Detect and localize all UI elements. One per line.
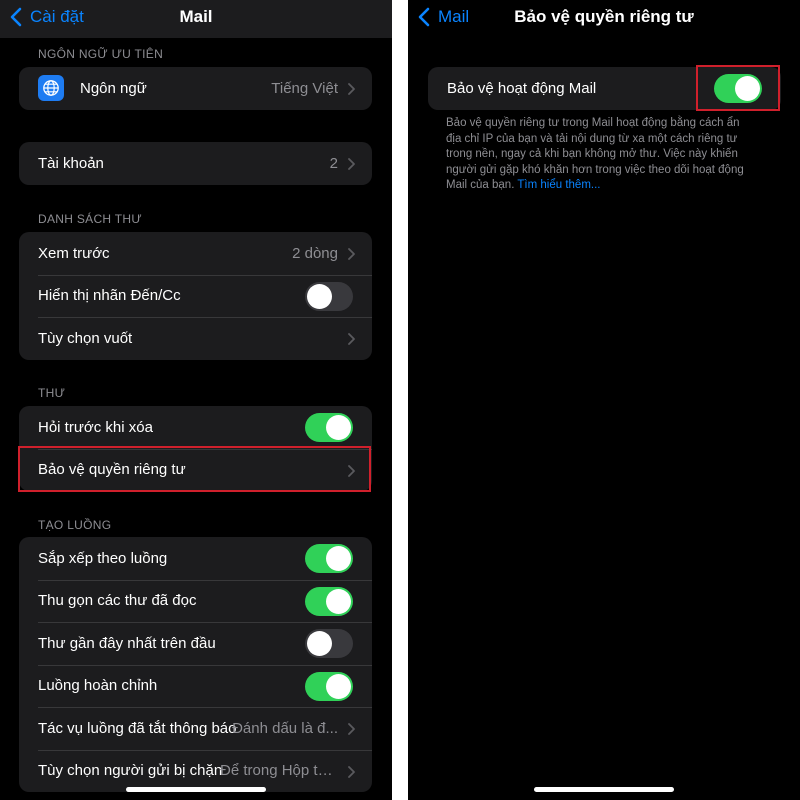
row-value: Đánh dấu là đ... <box>232 719 338 737</box>
mail-settings-screen: Cài đặt Mail NGÔN NGỮ ƯU TIÊN Ngôn ngữ T… <box>0 0 392 800</box>
row-value: 2 <box>329 154 338 172</box>
row-label: Tài khoản <box>38 154 104 172</box>
row-value: Để trong Hộp th... <box>220 762 338 780</box>
row-muted-thread-action[interactable]: Tác vụ luồng đã tắt thông báo Đánh dấu l… <box>19 707 372 750</box>
most-recent-on-top-toggle[interactable] <box>305 629 353 658</box>
home-indicator[interactable] <box>534 787 674 792</box>
toggle-knob <box>326 673 351 699</box>
navigation-bar: Cài đặt Mail <box>0 0 392 38</box>
row-label: Xem trước <box>38 244 110 262</box>
page-title: Mail <box>179 7 213 26</box>
globe-icon <box>38 75 64 102</box>
chevron-right-icon <box>348 158 355 170</box>
chevron-right-icon <box>348 333 355 345</box>
row-label: Thu gọn các thư đã đọc <box>38 592 197 610</box>
highlight-box-privacy-protection <box>18 446 371 492</box>
row-label: Hỏi trước khi xóa <box>38 418 153 436</box>
collapse-read-messages-toggle[interactable] <box>305 586 353 616</box>
row-complete-threads: Luồng hoàn chỉnh <box>19 664 372 708</box>
row-language[interactable]: Ngôn ngữ Tiếng Việt <box>19 67 372 110</box>
group-language: Ngôn ngữ Tiếng Việt <box>19 67 372 110</box>
section-header-preferred-language: NGÔN NGỮ ƯU TIÊN <box>38 47 164 61</box>
highlight-box-protect-mail-toggle <box>696 65 780 111</box>
complete-threads-toggle[interactable] <box>305 671 353 701</box>
chevron-right-icon <box>348 765 355 778</box>
show-to-cc-toggle[interactable] <box>305 281 353 311</box>
row-ask-before-deleting: Hỏi trước khi xóa <box>19 406 372 449</box>
learn-more-link[interactable]: Tìm hiểu thêm... <box>517 179 600 191</box>
row-show-to-cc-labels: Hiển thị nhãn Đến/Cc <box>19 274 372 318</box>
chevron-right-icon <box>348 723 355 735</box>
toggle-knob <box>307 283 332 309</box>
row-label: Sắp xếp theo luồng <box>38 549 168 567</box>
privacy-protection-screen: Mail Bảo vệ quyền riêng tư Bảo vệ hoạt đ… <box>408 0 800 800</box>
row-label: Thư gần đây nhất trên đầu <box>38 634 216 652</box>
organize-by-thread-toggle[interactable] <box>305 544 353 573</box>
group-threading: Sắp xếp theo luồng Thu gọn các thư đã đọ… <box>19 537 372 792</box>
row-organize-by-thread: Sắp xếp theo luồng <box>19 537 372 580</box>
footer-last-text: Mail của bạn. <box>446 179 515 191</box>
chevron-right-icon <box>348 83 355 95</box>
section-header-threading: TẠO LUỒNG <box>38 518 112 532</box>
row-label: Hiển thị nhãn Đến/Cc <box>38 287 181 305</box>
page-title: Bảo vệ quyền riêng tư <box>514 7 694 26</box>
footer-line: người gửi gặp khó khăn hơn trong việc th… <box>446 163 744 176</box>
row-swipe-options[interactable]: Tùy chọn vuốt <box>19 317 372 360</box>
row-value: 2 dòng <box>292 244 338 262</box>
row-label: Bảo vệ hoạt động Mail <box>447 79 597 97</box>
group-message-list: Xem trước 2 dòng Hiển thị nhãn Đến/Cc Tù… <box>19 232 372 360</box>
footer-line: Bảo vệ quyền riêng tư trong Mail hoạt độ… <box>446 117 740 129</box>
row-blocked-sender-options[interactable]: Tùy chọn người gửi bị chặn Để trong Hộp … <box>19 749 372 793</box>
home-indicator[interactable] <box>126 787 266 792</box>
section-header-messages: THƯ <box>38 386 66 400</box>
row-preview[interactable]: Xem trước 2 dòng <box>19 232 372 275</box>
footer-line: trong nền, ngay cả khi bạn không mở thư.… <box>446 148 738 160</box>
row-label: Tùy chọn người gửi bị chặn <box>38 762 223 780</box>
footer-line: địa chỉ IP của bạn và tải nội dung từ xa… <box>446 132 738 145</box>
row-value: Tiếng Việt <box>271 79 338 97</box>
toggle-knob <box>326 546 351 571</box>
toggle-knob <box>307 631 332 656</box>
navigation-bar: Mail Bảo vệ quyền riêng tư <box>408 0 800 38</box>
group-accounts: Tài khoản 2 <box>19 142 372 185</box>
row-collapse-read-messages: Thu gọn các thư đã đọc <box>19 579 372 623</box>
footer-line: Mail của bạn. Tìm hiểu thêm... <box>446 178 771 194</box>
chevron-right-icon <box>348 248 355 260</box>
footer-description: Bảo vệ quyền riêng tư trong Mail hoạt độ… <box>446 116 771 194</box>
ask-before-deleting-toggle[interactable] <box>305 413 353 442</box>
row-label: Tùy chọn vuốt <box>38 329 133 347</box>
row-label: Luồng hoàn chỉnh <box>38 677 158 695</box>
row-accounts[interactable]: Tài khoản 2 <box>19 142 372 185</box>
toggle-knob <box>326 588 351 614</box>
section-header-message-list: DANH SÁCH THƯ <box>38 212 142 226</box>
toggle-knob <box>326 415 351 440</box>
row-most-recent-on-top: Thư gần đây nhất trên đầu <box>19 622 372 665</box>
row-label: Ngôn ngữ <box>80 79 147 97</box>
row-label: Tác vụ luồng đã tắt thông báo <box>38 719 237 737</box>
